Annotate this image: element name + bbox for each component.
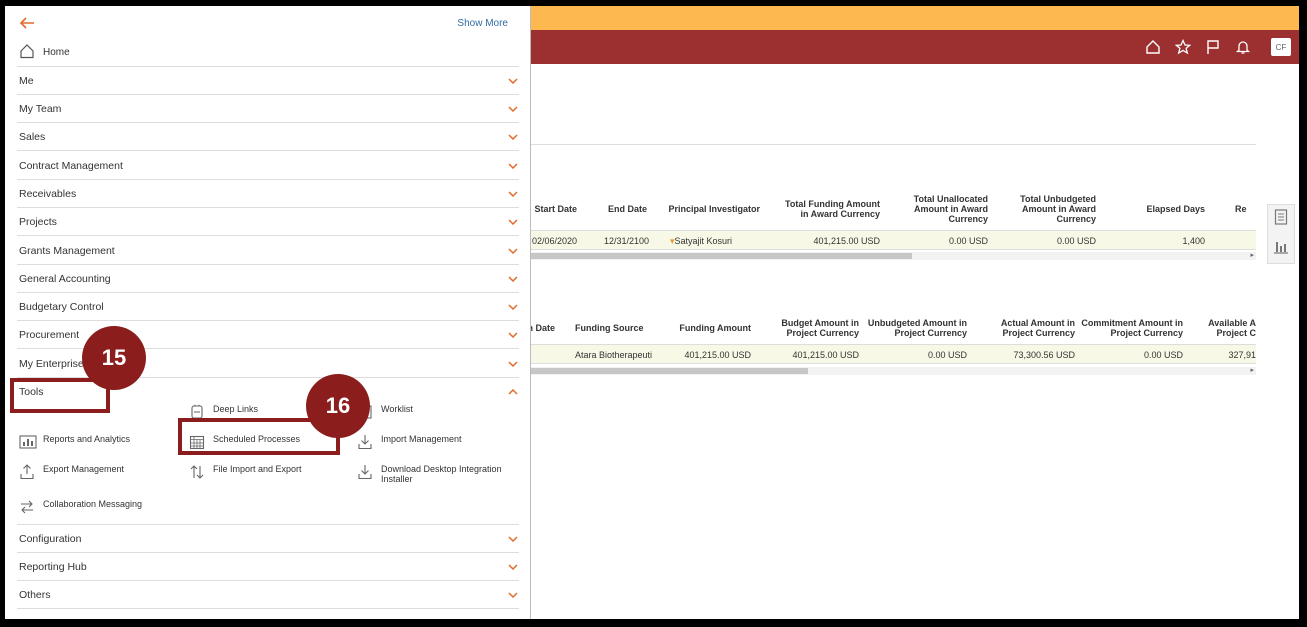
tool-label: Worklist bbox=[381, 404, 413, 414]
cell-funding-amount: 401,215.00 USD bbox=[684, 350, 751, 360]
nav-group-label: Receivables bbox=[19, 187, 77, 200]
chevron-down-icon bbox=[507, 77, 519, 84]
nav-group-label: Projects bbox=[19, 215, 57, 228]
nav-group-label: Reporting Hub bbox=[19, 560, 87, 573]
tool-label: Collaboration Messaging bbox=[43, 499, 143, 509]
chevron-down-icon bbox=[507, 331, 519, 338]
scroll-right-icon[interactable]: ▸ bbox=[1250, 366, 1254, 374]
tool-label: Deep Links bbox=[213, 404, 259, 414]
tool-label: Import Management bbox=[381, 434, 462, 444]
nav-group-label: Budgetary Control bbox=[19, 300, 104, 313]
nav-group-label: Sales bbox=[19, 130, 46, 143]
nav-group-general-accounting[interactable]: General Accounting bbox=[17, 265, 519, 293]
document-icon[interactable] bbox=[1274, 209, 1288, 230]
export-icon bbox=[19, 464, 35, 480]
chevron-down-icon bbox=[507, 247, 519, 254]
nav-group-label: General Accounting bbox=[19, 272, 111, 285]
nav-group-label: My Enterprise bbox=[19, 357, 84, 370]
chevron-down-icon bbox=[507, 563, 519, 570]
tool-import-management[interactable]: Import Management bbox=[357, 434, 462, 450]
chevron-down-icon bbox=[507, 133, 519, 140]
tool-collaboration-messaging[interactable]: Collaboration Messaging bbox=[19, 499, 142, 515]
home-icon bbox=[19, 43, 35, 62]
chevron-down-icon bbox=[507, 105, 519, 112]
navigator-panel: Show More Home Me My Team Sales Contract… bbox=[5, 6, 531, 619]
header-funding-source: Funding Source bbox=[575, 323, 644, 333]
nav-group-me[interactable]: Me bbox=[17, 67, 519, 95]
nav-group-projects[interactable]: Projects bbox=[17, 208, 519, 236]
screen-frame: CF Start Date End Date Principal Investi… bbox=[5, 6, 1299, 619]
tool-download-desktop-integration[interactable]: Download Desktop Integration Installer bbox=[357, 464, 511, 484]
download-icon bbox=[357, 464, 373, 480]
header-unbudgeted-amount: Unbudgeted Amount in Project Currency bbox=[867, 318, 967, 338]
nav-group-label: Configuration bbox=[19, 532, 82, 545]
chevron-down-icon bbox=[507, 360, 519, 367]
nav-group-label: Contract Management bbox=[19, 159, 123, 172]
tool-reports-and-analytics[interactable]: Reports and Analytics bbox=[19, 434, 130, 450]
cell-funding-source: Atara Biotherapeuti bbox=[575, 350, 653, 360]
chevron-down-icon bbox=[507, 535, 519, 542]
header-actual-amount: Actual Amount in Project Currency bbox=[1000, 318, 1075, 338]
tool-label: Reports and Analytics bbox=[43, 434, 131, 444]
scrollbar-thumb[interactable] bbox=[530, 368, 808, 374]
bar-chart-icon[interactable] bbox=[1273, 238, 1289, 259]
nav-group-receivables[interactable]: Receivables bbox=[17, 180, 519, 208]
chevron-down-icon bbox=[507, 190, 519, 197]
header-available-amount: Available A Project C bbox=[1208, 318, 1256, 338]
tool-label: File Import and Export bbox=[213, 464, 302, 474]
tool-label: Download Desktop Integration Installer bbox=[381, 464, 502, 484]
chevron-down-icon bbox=[507, 275, 519, 282]
nav-group-label: Me bbox=[19, 74, 34, 87]
cell-actual-amount: 73,300.56 USD bbox=[1013, 350, 1075, 360]
cell-budget-amount: 401,215.00 USD bbox=[792, 350, 859, 360]
chevron-up-icon bbox=[507, 389, 519, 395]
nav-group-others[interactable]: Others bbox=[17, 581, 519, 609]
nav-group-my-team[interactable]: My Team bbox=[17, 95, 519, 123]
chevron-down-icon bbox=[507, 303, 519, 310]
tool-label: Export Management bbox=[43, 464, 125, 474]
nav-group-reporting-hub[interactable]: Reporting Hub bbox=[17, 553, 519, 581]
nav-group-label: Procurement bbox=[19, 328, 80, 341]
nav-home[interactable]: Home bbox=[19, 42, 70, 62]
nav-group-label: My Team bbox=[19, 102, 62, 115]
nav-home-label: Home bbox=[43, 46, 70, 58]
nav-group-budgetary-control[interactable]: Budgetary Control bbox=[17, 293, 519, 321]
chevron-down-icon bbox=[507, 591, 519, 598]
file-transfer-icon bbox=[189, 464, 205, 480]
cell-commitment-amount: 0.00 USD bbox=[1143, 350, 1183, 360]
header-funding-amount: Funding Amount bbox=[679, 323, 751, 333]
collaboration-icon bbox=[19, 499, 35, 515]
chevron-down-icon bbox=[507, 162, 519, 169]
import-icon bbox=[357, 434, 373, 450]
cell-available-amount: 327,91 bbox=[1228, 350, 1256, 360]
nav-group-label: Others bbox=[19, 588, 51, 601]
step-badge-16: 16 bbox=[306, 374, 370, 438]
horizontal-scrollbar[interactable]: ▸ bbox=[530, 367, 1256, 375]
cell-unbudgeted-amount: 0.00 USD bbox=[927, 350, 967, 360]
nav-group-sales[interactable]: Sales bbox=[17, 123, 519, 151]
header-budget-amount: Budget Amount in Project Currency bbox=[781, 318, 859, 338]
nav-group-grants-management[interactable]: Grants Management bbox=[17, 237, 519, 265]
nav-group-configuration[interactable]: Configuration bbox=[17, 525, 519, 553]
nav-group-contract-management[interactable]: Contract Management bbox=[17, 152, 519, 180]
side-toolbar bbox=[1267, 204, 1295, 264]
tool-export-management[interactable]: Export Management bbox=[19, 464, 124, 480]
reports-icon bbox=[19, 434, 37, 450]
back-arrow-icon[interactable] bbox=[19, 16, 35, 31]
header-commitment-amount: Commitment Amount in Project Currency bbox=[1081, 318, 1183, 338]
tool-file-import-and-export[interactable]: File Import and Export bbox=[189, 464, 302, 480]
nav-group-label: Grants Management bbox=[19, 244, 115, 257]
chevron-down-icon bbox=[507, 218, 519, 225]
show-more-link[interactable]: Show More bbox=[457, 18, 508, 29]
step-badge-15: 15 bbox=[82, 326, 146, 390]
